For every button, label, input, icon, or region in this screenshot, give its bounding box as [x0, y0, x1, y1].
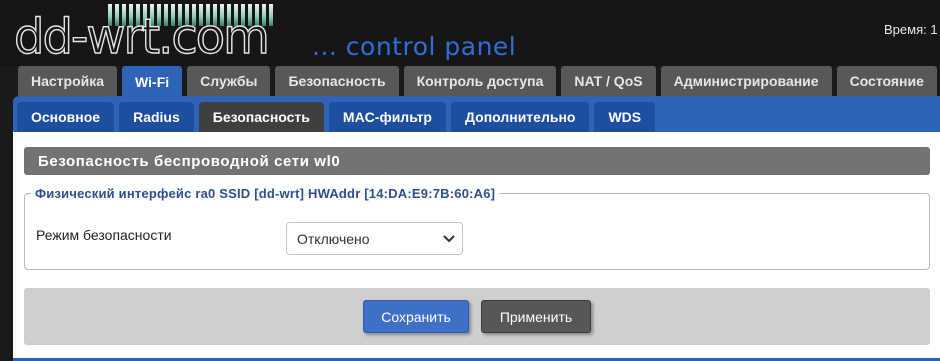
sub-tab-advanced[interactable]: Дополнительно	[451, 102, 590, 132]
main-nav: Настройка Wi-Fi Службы Безопасность Конт…	[18, 66, 937, 98]
security-mode-value: Отключено	[297, 230, 370, 247]
section-title: Безопасность беспроводной сети wl0	[24, 147, 930, 175]
button-bar	[24, 288, 930, 345]
sub-tab-radius[interactable]: Radius	[119, 102, 194, 132]
sub-tab-mac-filter[interactable]: MAC-фильтр	[328, 102, 446, 132]
main-tab-status[interactable]: Состояние	[836, 66, 937, 96]
security-mode-label: Режим безопасности	[36, 227, 172, 243]
sub-nav: Основное Radius Безопасность MAC-фильтр …	[17, 102, 656, 132]
main-tab-security[interactable]: Безопасность	[275, 66, 399, 96]
chevron-down-icon	[443, 235, 455, 242]
apply-button[interactable]: Применить	[481, 300, 591, 333]
security-mode-select[interactable]: Отключено	[286, 222, 463, 255]
sub-tab-basic[interactable]: Основное	[17, 102, 115, 132]
main-tab-nat-qos[interactable]: NAT / QoS	[561, 66, 656, 96]
interface-legend: Физический интерфейс ra0 SSID [dd-wrt] H…	[35, 186, 496, 201]
header: dd-wrt.com ... control panel Время: 1	[0, 0, 940, 66]
main-tab-administration[interactable]: Администрирование	[660, 66, 832, 96]
main-tab-setup[interactable]: Настройка	[18, 66, 118, 96]
logo: dd-wrt.com	[13, 9, 270, 65]
save-button[interactable]: Сохранить	[363, 300, 469, 333]
main-tab-wifi[interactable]: Wi-Fi	[122, 66, 183, 98]
sub-tab-security[interactable]: Безопасность	[198, 102, 324, 132]
main-tab-services[interactable]: Службы	[187, 66, 271, 96]
time-display: Время: 1	[884, 22, 938, 37]
sub-tab-wds[interactable]: WDS	[594, 102, 656, 132]
main-tab-access-restrictions[interactable]: Контроль доступа	[403, 66, 557, 96]
tagline: ... control panel	[312, 32, 517, 61]
